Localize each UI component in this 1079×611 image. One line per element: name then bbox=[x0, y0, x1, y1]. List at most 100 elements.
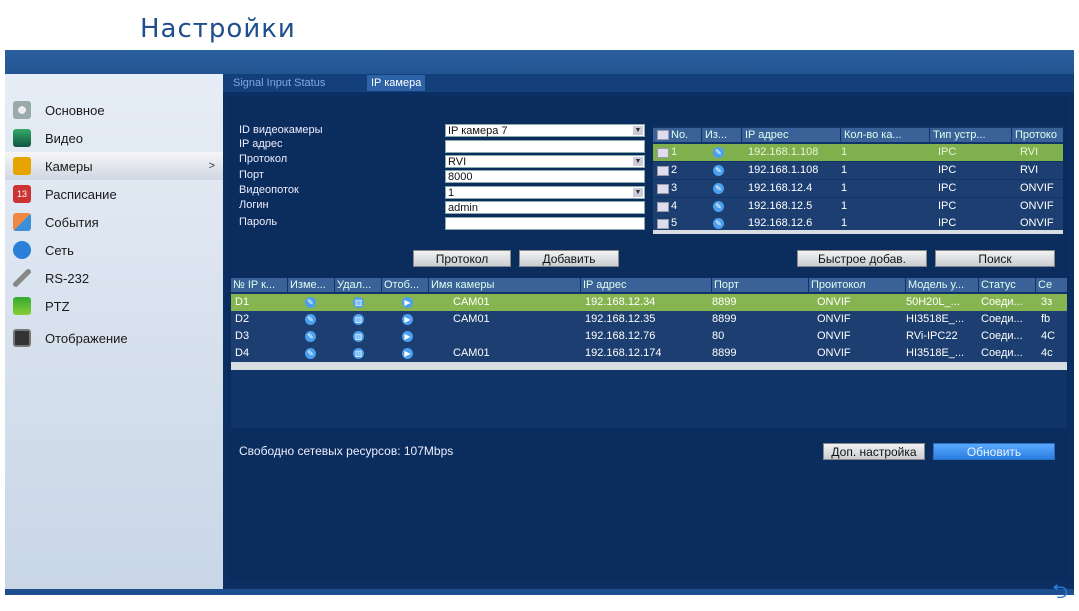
table-header[interactable]: Статус bbox=[979, 278, 1035, 292]
table-header[interactable]: No. bbox=[653, 128, 701, 142]
table-row[interactable]: D2 ✎ ▥ ▶ CAM01 192.168.12.35 8899 ONVIF … bbox=[231, 311, 1067, 328]
table-row[interactable]: D1 ✎ ▥ ▶ CAM01 192.168.12.34 8899 ONVIF … bbox=[231, 294, 1067, 311]
delete-icon[interactable]: ▥ bbox=[353, 297, 364, 308]
delete-icon[interactable]: ▥ bbox=[353, 331, 364, 342]
play-icon[interactable]: ▶ bbox=[402, 331, 413, 342]
table-header[interactable]: Удал... bbox=[335, 278, 381, 292]
password-field[interactable] bbox=[445, 217, 645, 230]
cell-camera-name: CAM01 bbox=[453, 347, 490, 359]
advanced-settings-button[interactable]: Доп. настройка bbox=[823, 443, 925, 460]
chevron-down-icon[interactable]: ▼ bbox=[633, 157, 643, 166]
cell-protocol: RVI bbox=[1020, 146, 1039, 158]
horizontal-scrollbar[interactable] bbox=[231, 362, 1067, 370]
row-checkbox[interactable] bbox=[657, 166, 669, 176]
port-label: Порт bbox=[239, 169, 264, 181]
cell-model: RVi-IPC22 bbox=[906, 330, 958, 342]
table-header[interactable]: Отоб... bbox=[382, 278, 428, 292]
select-all-checkbox[interactable] bbox=[657, 130, 669, 140]
delete-icon[interactable]: ▥ bbox=[353, 348, 364, 359]
edit-icon[interactable]: ✎ bbox=[713, 218, 724, 229]
edit-icon[interactable]: ✎ bbox=[305, 331, 316, 342]
sidebar-item-schedule[interactable]: 13 Расписание bbox=[5, 180, 223, 208]
video-icon bbox=[13, 129, 31, 147]
edit-icon[interactable]: ✎ bbox=[713, 183, 724, 194]
edit-icon[interactable]: ✎ bbox=[713, 165, 724, 176]
chevron-right-icon: > bbox=[208, 160, 215, 172]
ip-address-field[interactable] bbox=[445, 140, 645, 153]
quick-add-button[interactable]: Быстрое добав. bbox=[797, 250, 927, 267]
login-field[interactable]: admin bbox=[445, 201, 645, 214]
tab-ip-camera[interactable]: IP камера bbox=[367, 75, 426, 91]
table-header[interactable]: Изме... bbox=[288, 278, 334, 292]
edit-icon[interactable]: ✎ bbox=[713, 147, 724, 158]
delete-icon[interactable]: ▥ bbox=[353, 314, 364, 325]
table-header[interactable]: IP адрес bbox=[742, 128, 840, 142]
edit-icon[interactable]: ✎ bbox=[713, 201, 724, 212]
cell-status: Соеди... bbox=[981, 347, 1023, 359]
table-header[interactable]: Модель у... bbox=[906, 278, 978, 292]
edit-icon[interactable]: ✎ bbox=[305, 297, 316, 308]
edit-icon[interactable]: ✎ bbox=[305, 314, 316, 325]
sidebar-item-basic[interactable]: Основное bbox=[5, 96, 223, 124]
sidebar-item-network[interactable]: Сеть bbox=[5, 236, 223, 264]
add-button[interactable]: Добавить bbox=[519, 250, 619, 267]
return-icon[interactable]: ⮌ bbox=[1052, 577, 1068, 611]
password-label: Пароль bbox=[239, 216, 278, 228]
sidebar-item-rs232[interactable]: RS-232 bbox=[5, 264, 223, 292]
chevron-down-icon[interactable]: ▼ bbox=[633, 126, 643, 135]
sidebar-item-cameras[interactable]: Камеры > bbox=[5, 152, 223, 180]
table-header[interactable]: Тип устр... bbox=[930, 128, 1011, 142]
edit-icon[interactable]: ✎ bbox=[305, 348, 316, 359]
cell-model: HI3518E_... bbox=[906, 313, 965, 325]
play-icon[interactable]: ▶ bbox=[402, 297, 413, 308]
protocol-select[interactable]: RVI ▼ bbox=[445, 155, 645, 168]
search-button[interactable]: Поиск bbox=[935, 250, 1055, 267]
cell-id: D4 bbox=[235, 347, 250, 359]
display-icon bbox=[13, 329, 31, 347]
table-header[interactable]: Проитокол bbox=[809, 278, 905, 292]
table-header[interactable]: Се bbox=[1036, 278, 1067, 292]
tab-signal-input-status[interactable]: Signal Input Status bbox=[229, 75, 329, 91]
row-checkbox[interactable] bbox=[657, 184, 669, 194]
sidebar-item-ptz[interactable]: PTZ bbox=[5, 292, 223, 320]
cell-type: IPC bbox=[938, 182, 957, 194]
table-row[interactable]: 1 ✎ 192.168.1.108 1 IPC RVI bbox=[653, 144, 1063, 161]
cell-status: Соеди... bbox=[981, 296, 1023, 308]
stream-select[interactable]: 1 ▼ bbox=[445, 186, 645, 199]
sidebar-item-label: Камеры bbox=[45, 158, 93, 174]
app-title: Настройки bbox=[140, 14, 296, 44]
row-checkbox[interactable] bbox=[657, 202, 669, 212]
cell-ip: 192.168.12.34 bbox=[585, 296, 656, 308]
table-header[interactable]: № IP к... bbox=[231, 278, 287, 292]
table-row[interactable]: D3 ✎ ▥ ▶ 192.168.12.76 80 ONVIF RVi-IPC2… bbox=[231, 328, 1067, 345]
table-row[interactable]: D4 ✎ ▥ ▶ CAM01 192.168.12.174 8899 ONVIF… bbox=[231, 345, 1067, 362]
table-header[interactable]: Кол-во ка... bbox=[841, 128, 929, 142]
table-header[interactable]: Порт bbox=[712, 278, 808, 292]
sidebar-item-video[interactable]: Видео bbox=[5, 124, 223, 152]
port-field[interactable]: 8000 bbox=[445, 170, 645, 183]
refresh-button[interactable]: Обновить bbox=[933, 443, 1055, 460]
table-header[interactable]: Протоко bbox=[1012, 128, 1063, 142]
table-header[interactable]: IP адрес bbox=[581, 278, 711, 292]
table-header[interactable]: Из... bbox=[702, 128, 741, 142]
camera-id-select[interactable]: IP камера 7 ▼ bbox=[445, 124, 645, 137]
table-row[interactable]: 2 ✎ 192.168.1.108 1 IPC RVI bbox=[653, 162, 1063, 179]
table-row[interactable]: 3 ✎ 192.168.12.4 1 IPC ONVIF bbox=[653, 180, 1063, 197]
play-icon[interactable]: ▶ bbox=[402, 314, 413, 325]
table-header[interactable]: Имя камеры bbox=[429, 278, 580, 292]
cell-ip: 192.168.1.108 bbox=[748, 146, 819, 158]
horizontal-scrollbar[interactable] bbox=[653, 230, 1063, 234]
sidebar-item-label: Расписание bbox=[45, 186, 117, 202]
sidebar-item-events[interactable]: События bbox=[5, 208, 223, 236]
play-icon[interactable]: ▶ bbox=[402, 348, 413, 359]
row-checkbox[interactable] bbox=[657, 219, 669, 229]
events-icon bbox=[13, 213, 31, 231]
protocol-button[interactable]: Протокол bbox=[413, 250, 511, 267]
table-row[interactable]: 4 ✎ 192.168.12.5 1 IPC ONVIF bbox=[653, 198, 1063, 215]
sidebar-item-display[interactable]: Отображение bbox=[5, 324, 223, 352]
cell-protocol: ONVIF bbox=[817, 296, 851, 308]
chevron-down-icon[interactable]: ▼ bbox=[633, 188, 643, 197]
cell-no: 3 bbox=[671, 182, 678, 194]
bottom-bar bbox=[5, 589, 1074, 595]
row-checkbox[interactable] bbox=[657, 148, 669, 158]
